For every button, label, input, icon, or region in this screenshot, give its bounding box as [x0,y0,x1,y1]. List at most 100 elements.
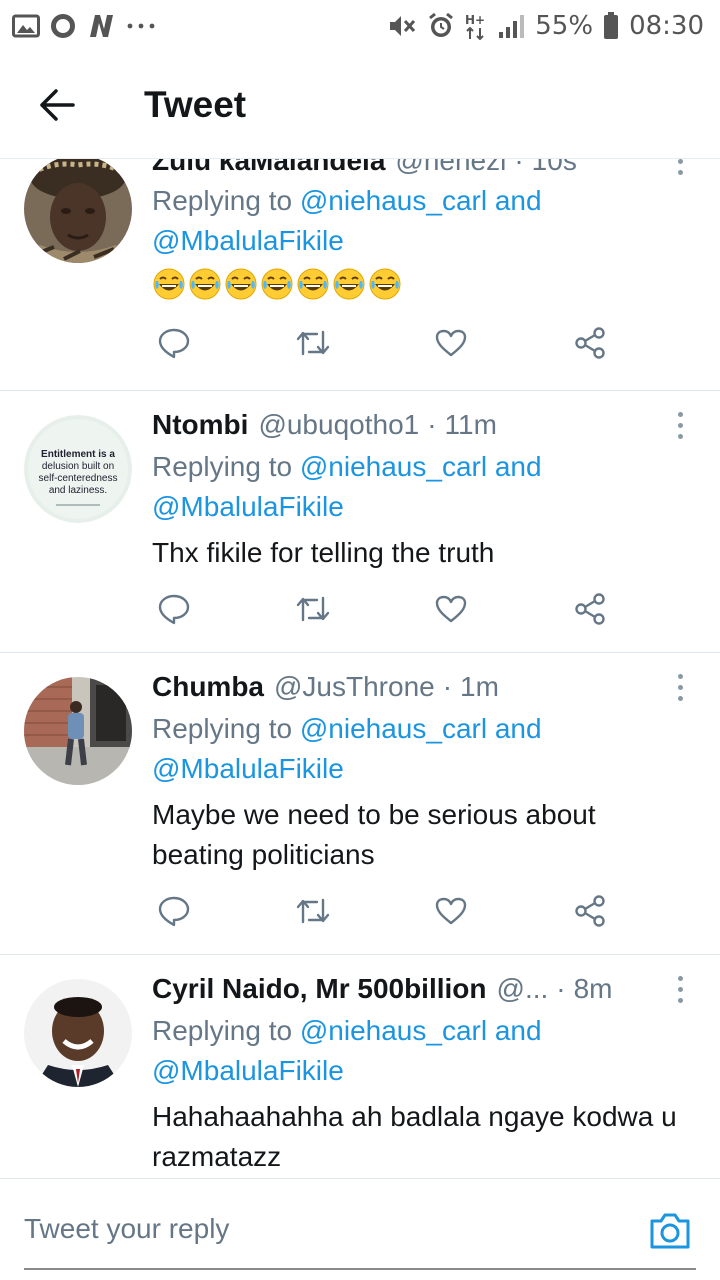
tweet-time: 1m [460,671,499,702]
clock: 08:30 [629,11,704,41]
reply-input-underline [24,1268,696,1270]
avatar[interactable] [24,159,132,263]
laughing-emoji-icon [153,268,401,300]
tweet-item[interactable]: Chumba @JusThrone · 1m Replying to @nieh… [0,653,720,955]
svg-text:H+: H+ [465,13,485,27]
reply-feed[interactable]: Zulu kaMalandela @henezi · 10s Replying … [0,158,720,1178]
author-handle[interactable]: @ubuqotho1 [258,409,419,441]
author-name[interactable]: Ntombi [152,409,248,441]
mention-link[interactable]: @niehaus_carl [300,1015,487,1046]
author-handle[interactable]: @henezi [395,159,506,177]
n-logo-icon [86,13,116,39]
tweet-text: Maybe we need to be serious about beatin… [152,799,596,870]
mention-link[interactable]: @MbalulaFikile [152,753,344,784]
avatar[interactable]: Entitlement is a delusion built on self-… [24,415,132,523]
more-options-icon[interactable] [664,405,696,445]
tweet-header: Ntombi @ubuqotho1 · 11m [152,405,660,445]
page-title: Tweet [144,84,247,125]
like-icon[interactable] [429,321,473,365]
tweet-text: Thx fikile for telling the truth [152,537,495,568]
tweet-item[interactable]: Zulu kaMalandela @henezi · 10s Replying … [0,158,720,391]
share-icon[interactable] [568,889,612,933]
tweet-text: Hahahaahahha ah badlala ngaye kodwa u ra… [152,1101,677,1172]
separator-dot: · [427,409,437,440]
replying-to-prefix: Replying to [152,185,293,216]
reply-input[interactable] [24,1199,624,1259]
replying-to: Replying to @niehaus_carl and @MbalulaFi… [152,1011,680,1091]
author-name[interactable]: Chumba [152,671,264,703]
more-options-icon[interactable] [664,969,696,1009]
mute-icon [387,13,417,39]
back-arrow-icon [40,89,75,121]
more-options-icon[interactable] [664,159,696,181]
circle-o-icon [50,13,76,39]
camera-icon[interactable] [648,1211,692,1251]
like-icon[interactable] [429,587,473,631]
retweet-icon[interactable] [291,587,335,631]
mention-link[interactable]: @MbalulaFikile [152,225,344,256]
replying-to: Replying to @niehaus_carl and @MbalulaFi… [152,181,680,261]
author-handle[interactable]: @... [497,973,549,1005]
mention-link[interactable]: @MbalulaFikile [152,491,344,522]
signal-icon [497,13,525,39]
back-button[interactable] [0,52,112,158]
status-bar: H+ 55% 08:30 [0,0,720,52]
more-options-icon[interactable] [664,667,696,707]
svg-text:self-centeredness: self-centeredness [39,473,118,484]
reply-icon[interactable] [152,889,196,933]
battery-percent: 55% [535,11,594,41]
alarm-icon [427,12,455,40]
like-icon[interactable] [429,889,473,933]
tweet-item[interactable]: Entitlement is a delusion built on self-… [0,391,720,653]
replying-to-prefix: Replying to [152,713,293,744]
retweet-icon[interactable] [291,889,335,933]
image-icon [12,14,40,38]
separator-dot: · [442,671,453,702]
tweet-time: 8m [573,973,613,1004]
mention-and[interactable]: and [495,1015,542,1046]
svg-text:Entitlement is a: Entitlement is a [41,449,115,460]
mention-link[interactable]: @niehaus_carl [300,185,487,216]
separator-dot: · [514,158,524,176]
tweet-header: Cyril Naido, Mr 500billion @... · 8m [152,969,660,1009]
tweet-actions [152,587,612,631]
replying-to: Replying to @niehaus_carl and @MbalulaFi… [152,709,680,789]
app-header: Tweet [0,52,720,158]
battery-icon [603,12,619,40]
status-bar-right: H+ 55% 08:30 [387,11,704,41]
mention-link[interactable]: @niehaus_carl [300,713,487,744]
mention-and[interactable]: and [495,451,542,482]
tweet-header: Zulu kaMalandela @henezi · 10s [152,158,660,181]
network-hplus-icon: H+ [465,12,487,40]
mention-and[interactable]: and [495,713,542,744]
mention-link[interactable]: @niehaus_carl [300,451,487,482]
tweet-actions [152,889,612,933]
mention-and[interactable]: and [495,185,542,216]
mention-link[interactable]: @MbalulaFikile [152,1055,344,1086]
reply-icon[interactable] [152,587,196,631]
tweet-time: 11m [444,409,497,440]
tweet-actions [152,321,612,365]
tweet-header: Chumba @JusThrone · 1m [152,667,660,707]
author-name[interactable]: Zulu kaMalandela [152,159,385,177]
avatar[interactable] [24,979,132,1087]
author-name[interactable]: Cyril Naido, Mr 500billion [152,973,487,1005]
status-bar-left [12,13,156,39]
share-icon[interactable] [568,321,612,365]
tweet-item[interactable]: Cyril Naido, Mr 500billion @... · 8m Rep… [0,955,720,1178]
replying-to: Replying to @niehaus_carl and @MbalulaFi… [152,447,680,527]
more-dots-icon [126,21,156,31]
reply-icon[interactable] [152,321,196,365]
svg-text:delusion built on: delusion built on [42,461,114,472]
tweet-text [152,267,404,301]
separator-dot: · [556,973,566,1004]
replying-to-prefix: Replying to [152,1015,293,1046]
tweet-time: 10s [531,158,577,176]
share-icon[interactable] [568,587,612,631]
svg-text:and laziness.: and laziness. [49,485,107,496]
avatar[interactable] [24,677,132,785]
author-handle[interactable]: @JusThrone [274,671,435,703]
reply-composer [0,1178,720,1280]
retweet-icon[interactable] [291,321,335,365]
replying-to-prefix: Replying to [152,451,293,482]
